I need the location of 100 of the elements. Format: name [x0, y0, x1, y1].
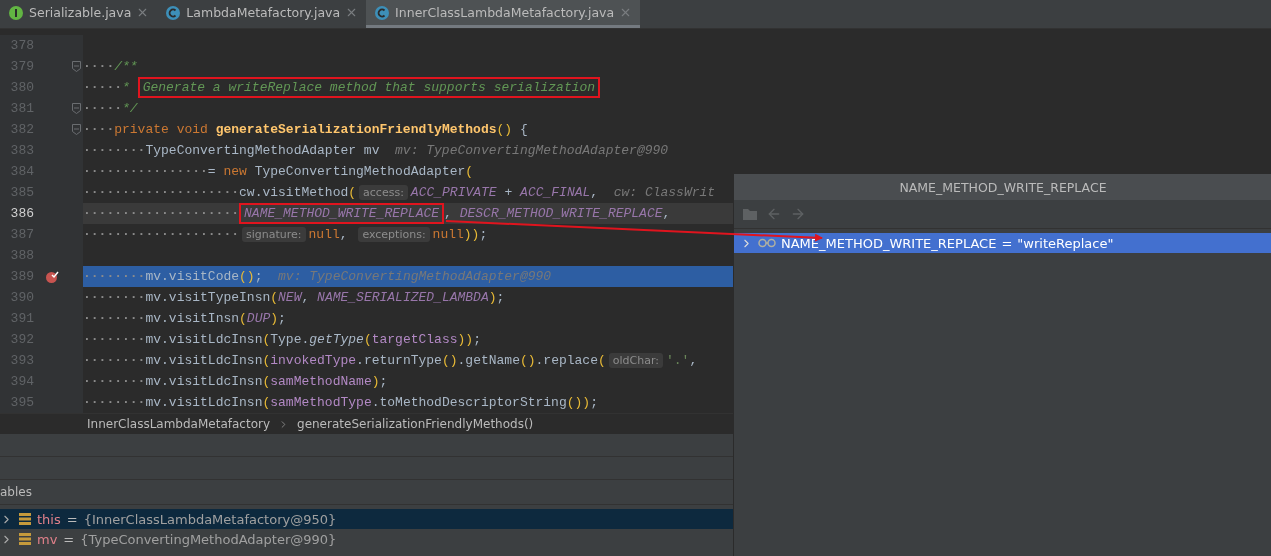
- parameter-hint: exceptions:: [358, 227, 430, 242]
- code-token: ;: [254, 269, 264, 284]
- popup-title: NAME_METHOD_WRITE_REPLACE: [899, 179, 1107, 195]
- code-token: .returnType: [356, 353, 442, 368]
- code-token: (: [270, 290, 279, 305]
- code-token: ): [270, 311, 279, 326]
- editor-tab[interactable]: Serializable.java: [0, 0, 158, 28]
- code-token: ;: [479, 227, 488, 242]
- code-token: ACC_PRIVATE: [410, 185, 497, 200]
- variable-name: this: [37, 511, 61, 527]
- code-token: ,: [662, 206, 671, 221]
- whitespace-dots: ········: [83, 290, 146, 305]
- code-token: .toMethodDescriptorString: [371, 395, 567, 410]
- code-token: (: [262, 395, 271, 410]
- value-row[interactable]: NAME_METHOD_WRITE_REPLACE = "writeReplace": [734, 233, 1271, 253]
- inline-value: mv: TypeConvertingMethodAdapter@990: [278, 269, 552, 284]
- code-token: */: [122, 101, 138, 116]
- code-token: )): [463, 227, 480, 242]
- code-token: generateSerializationFriendlyMethods: [215, 122, 497, 137]
- code-token: cw.visitMethod: [239, 185, 349, 200]
- code-token: TypeConvertingMethodAdapter mv: [145, 143, 381, 158]
- code-token: mv.visitLdcInsn: [145, 332, 263, 347]
- code-token: ACC_FINAL: [520, 185, 591, 200]
- whitespace-dots: ····: [83, 122, 115, 137]
- code-token: mv.visitLdcInsn: [145, 353, 263, 368]
- watch-name: NAME_METHOD_WRITE_REPLACE: [781, 235, 997, 251]
- whitespace-dots: ········: [83, 143, 146, 158]
- code-token: new: [223, 164, 248, 179]
- code-token: ()): [566, 395, 591, 410]
- code-token: (: [239, 311, 247, 326]
- code-token: ,: [339, 227, 349, 242]
- code-token: ;: [379, 374, 388, 389]
- whitespace-dots: ········: [83, 269, 146, 284]
- editor-tab[interactable]: InnerClassLambdaMetafactory.java: [366, 0, 641, 28]
- code-token: NAME_SERIALIZED_LAMBDA: [317, 290, 489, 305]
- code-token: (): [496, 122, 513, 137]
- code-token: ,: [444, 206, 453, 221]
- variable-value: {TypeConvertingMethodAdapter@990}: [80, 531, 337, 547]
- code-token: (: [262, 353, 271, 368]
- highlighted-code: NAME_METHOD_WRITE_REPLACE: [239, 203, 445, 224]
- code-token: +: [503, 185, 514, 200]
- panel-title: ables: [0, 485, 32, 499]
- code-token: null: [432, 227, 464, 242]
- fold-icon[interactable]: [72, 124, 81, 135]
- code-token: private void: [114, 122, 209, 137]
- whitespace-dots: ····················: [83, 185, 240, 200]
- glasses-icon: [758, 238, 776, 248]
- code-token: (: [262, 332, 271, 347]
- code-token: /**: [114, 59, 138, 74]
- code-token: ,: [590, 185, 600, 200]
- breakpoint-icon[interactable]: [45, 269, 59, 284]
- watch-value: "writeReplace": [1017, 235, 1114, 251]
- code-token: ;: [278, 311, 286, 326]
- code-token: .replace: [535, 353, 598, 368]
- code-token: (): [519, 353, 536, 368]
- file-type-icon: [8, 4, 24, 21]
- code-token: samMethodType: [270, 395, 372, 410]
- code-token: mv.visitTypeInsn: [145, 290, 271, 305]
- code-token: ;: [590, 395, 598, 410]
- whitespace-dots: ········: [83, 332, 146, 347]
- highlighted-code: Generate a writeReplace method that supports serialization: [137, 77, 601, 98]
- whitespace-dots: ········: [83, 353, 146, 368]
- code-token: TypeConvertingMethodAdapter: [254, 164, 466, 179]
- code-token: ): [488, 290, 497, 305]
- whitespace-dots: ····················: [83, 206, 240, 221]
- code-token: ;: [496, 290, 505, 305]
- field-icon: [19, 513, 31, 525]
- equals-sign: =: [66, 511, 78, 527]
- editor-tab[interactable]: LambdaMetafactory.java: [157, 0, 367, 28]
- code-token: (: [363, 332, 372, 347]
- variable-name: mv: [37, 531, 58, 547]
- parameter-hint: signature:: [242, 227, 306, 242]
- whitespace-dots: ····················: [83, 227, 240, 242]
- code-token: targetClass: [371, 332, 458, 347]
- code-token: mv.visitInsn: [145, 311, 240, 326]
- parameter-hint: oldChar:: [608, 353, 663, 368]
- whitespace-dots: ········: [83, 311, 146, 326]
- fold-icon[interactable]: [72, 61, 81, 72]
- code-token: ;: [473, 332, 481, 347]
- code-token: (): [239, 269, 255, 284]
- file-type-icon: [165, 4, 182, 21]
- whitespace-dots: ·····: [83, 101, 122, 116]
- equals-sign: =: [63, 531, 75, 547]
- whitespace-dots: ·····: [83, 80, 122, 95]
- code-token: (: [348, 185, 357, 200]
- code-token: samMethodName: [270, 374, 372, 389]
- code-token: mv.visitCode: [145, 269, 240, 284]
- code-token: getType: [309, 332, 364, 347]
- code-token: .getName: [457, 353, 520, 368]
- breadcrumb[interactable]: generateSerializationFriendlyMethods(): [297, 417, 534, 431]
- whitespace-dots: ····: [83, 59, 115, 74]
- whitespace-dots: ········: [83, 374, 146, 389]
- variable-row[interactable]: mv = {TypeConvertingMethodAdapter@990}: [0, 529, 1271, 549]
- code-token: DUP: [246, 311, 271, 326]
- fold-icon[interactable]: [72, 103, 81, 114]
- breadcrumb[interactable]: InnerClassLambdaMetafactory: [87, 417, 270, 431]
- field-icon: [19, 533, 31, 545]
- whitespace-dots: ········: [83, 395, 146, 410]
- code-token: (: [465, 164, 474, 179]
- whitespace-dots: ················: [83, 164, 208, 179]
